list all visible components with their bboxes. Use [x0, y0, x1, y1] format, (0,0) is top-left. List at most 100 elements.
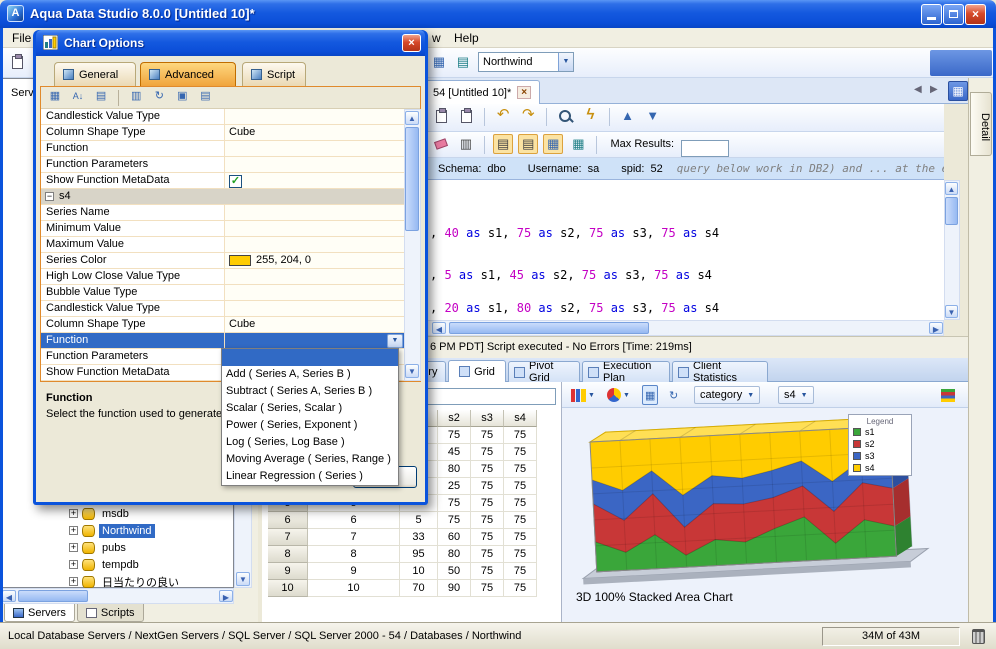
- table-row[interactable]: 10 10 70 90 75 75: [268, 580, 537, 597]
- function-option[interactable]: Moving Average ( Series, Range ): [222, 451, 398, 468]
- grid-column-header[interactable]: s4: [504, 410, 537, 427]
- grid-view-icon[interactable]: ▦: [429, 52, 449, 72]
- menu-file[interactable]: File: [8, 31, 35, 45]
- tab-scroll-left-icon[interactable]: ◀: [914, 84, 922, 95]
- dialog-tab-general[interactable]: General: [54, 62, 136, 86]
- dialog-tab-script[interactable]: Script: [242, 62, 306, 86]
- layout-icon[interactable]: ▥: [456, 134, 476, 154]
- scroll-thumb[interactable]: [405, 127, 419, 231]
- function-dropdown-button[interactable]: ▼: [387, 333, 403, 348]
- copy-icon[interactable]: [456, 106, 476, 126]
- table-view-icon[interactable]: ▤: [453, 52, 473, 72]
- undo-icon[interactable]: ↶: [493, 106, 513, 126]
- search-icon[interactable]: [555, 106, 575, 126]
- scroll-up-icon[interactable]: ▲: [405, 111, 419, 125]
- scroll-left-icon[interactable]: ◀: [432, 322, 446, 334]
- minimize-button[interactable]: [921, 4, 942, 25]
- export-icon[interactable]: ▣: [173, 88, 191, 106]
- category-dropdown[interactable]: category ▼: [694, 386, 761, 404]
- database-selector[interactable]: Northwind ▼: [478, 52, 574, 72]
- results-tab-client-statistics[interactable]: Client Statistics: [672, 361, 768, 382]
- scroll-up-icon[interactable]: ▲: [945, 182, 958, 195]
- dialog-close-icon[interactable]: ×: [402, 34, 421, 52]
- scroll-left-icon[interactable]: ◀: [2, 590, 16, 602]
- property-row[interactable]: High Low Close Value Type: [41, 269, 404, 285]
- scroll-thumb[interactable]: [449, 322, 649, 334]
- scroll-down-icon[interactable]: ▼: [236, 572, 250, 586]
- detail-side-tab[interactable]: Detail: [970, 92, 992, 156]
- scroll-thumb[interactable]: [945, 197, 958, 225]
- property-row[interactable]: Column Shape Type Cube: [41, 317, 404, 333]
- collapse-expander-icon[interactable]: −: [45, 192, 54, 201]
- expand-icon[interactable]: +: [69, 543, 78, 552]
- function-option[interactable]: [222, 349, 398, 366]
- menu-help[interactable]: Help: [450, 31, 483, 45]
- chart-grid-toggle-icon[interactable]: ▦: [642, 385, 659, 405]
- property-row[interactable]: Bubble Value Type: [41, 285, 404, 301]
- results-tab-pivot-grid[interactable]: Pivot Grid: [508, 361, 580, 382]
- tree-item[interactable]: + msdb: [69, 505, 132, 522]
- auto-commit-icon[interactable]: ▦: [568, 134, 588, 154]
- tree-horizontal-scrollbar[interactable]: ◀ ▶: [0, 588, 234, 604]
- close-button[interactable]: ×: [965, 4, 986, 25]
- function-option[interactable]: Add ( Series A, Series B ): [222, 366, 398, 383]
- table-row[interactable]: 9 9 10 50 75 75: [268, 563, 537, 580]
- function-option[interactable]: Power ( Series, Exponent ): [222, 417, 398, 434]
- tree-item[interactable]: + tempdb: [69, 556, 142, 573]
- grid-column-header[interactable]: s2: [438, 410, 471, 427]
- property-row[interactable]: Show Function MetaData ✓: [41, 173, 404, 189]
- panel-tab-scripts[interactable]: Scripts: [76, 604, 144, 622]
- legend-toggle-icon[interactable]: [938, 385, 958, 405]
- results-tab-grid[interactable]: Grid: [448, 360, 506, 382]
- grid-column-header[interactable]: s3: [471, 410, 504, 427]
- property-row[interactable]: Function: [41, 141, 404, 157]
- paste-icon[interactable]: [431, 106, 451, 126]
- property-row[interactable]: Function Parameters: [41, 157, 404, 173]
- property-row[interactable]: Minimum Value: [41, 221, 404, 237]
- print-icon[interactable]: ▤: [196, 88, 214, 106]
- expand-icon[interactable]: +: [69, 577, 78, 586]
- scroll-down-icon[interactable]: ▼: [945, 305, 958, 318]
- categorized-view-icon[interactable]: ▦: [46, 88, 64, 106]
- sort-ascending-icon[interactable]: ▲: [618, 106, 638, 126]
- expand-icon[interactable]: +: [69, 526, 78, 535]
- property-row[interactable]: Series Name: [41, 205, 404, 221]
- chart-type-bar-icon[interactable]: ▼: [568, 385, 598, 405]
- editor-vertical-scrollbar[interactable]: ▲ ▼: [944, 180, 960, 320]
- table-row[interactable]: 6 6 5 75 75 75: [268, 512, 537, 529]
- chart-refresh-icon[interactable]: ↻: [666, 385, 681, 405]
- max-results-input[interactable]: [681, 139, 730, 157]
- scroll-down-icon[interactable]: ▼: [405, 364, 419, 378]
- pivot-results-icon[interactable]: ▤: [518, 134, 539, 154]
- panel-tab-servers[interactable]: Servers: [4, 604, 75, 622]
- property-row[interactable]: Candlestick Value Type: [41, 301, 404, 317]
- table-view-icon[interactable]: ▤: [92, 88, 110, 106]
- dialog-tab-advanced[interactable]: Advanced: [140, 62, 236, 86]
- table-row[interactable]: 8 8 95 80 75 75: [268, 546, 537, 563]
- table-row[interactable]: 7 7 33 60 75 75: [268, 529, 537, 546]
- function-option[interactable]: Log ( Series, Log Base ): [222, 434, 398, 451]
- refresh-icon[interactable]: ↻: [150, 88, 168, 106]
- eraser-icon[interactable]: [431, 134, 451, 154]
- toolbar-overflow[interactable]: [930, 50, 992, 76]
- results-tab-execution-plan[interactable]: Execution Plan: [582, 361, 670, 382]
- property-row[interactable]: Candlestick Value Type: [41, 109, 404, 125]
- trash-icon[interactable]: [972, 629, 985, 644]
- sort-descending-icon[interactable]: ▼: [643, 106, 663, 126]
- redo-icon[interactable]: ↷: [518, 106, 538, 126]
- maximize-button[interactable]: [943, 4, 964, 25]
- menu-window-fragment[interactable]: w: [428, 31, 445, 45]
- function-option[interactable]: Scalar ( Series, Scalar ): [222, 400, 398, 417]
- expand-all-icon[interactable]: ▥: [127, 88, 145, 106]
- scroll-thumb[interactable]: [18, 590, 88, 602]
- scroll-right-icon[interactable]: ▶: [929, 322, 943, 334]
- expand-icon[interactable]: +: [69, 509, 78, 518]
- tab-scroll-right-icon[interactable]: ▶: [930, 84, 938, 95]
- property-row[interactable]: Function ▼: [41, 333, 404, 349]
- document-tab[interactable]: 54 [Untitled 10]* ×: [424, 80, 541, 104]
- tab-close-icon[interactable]: ×: [517, 86, 532, 99]
- new-file-icon[interactable]: [7, 52, 27, 72]
- window-list-icon[interactable]: ▦: [948, 81, 968, 101]
- property-row[interactable]: Maximum Value: [41, 237, 404, 253]
- function-option[interactable]: Linear Regression ( Series ): [222, 468, 398, 485]
